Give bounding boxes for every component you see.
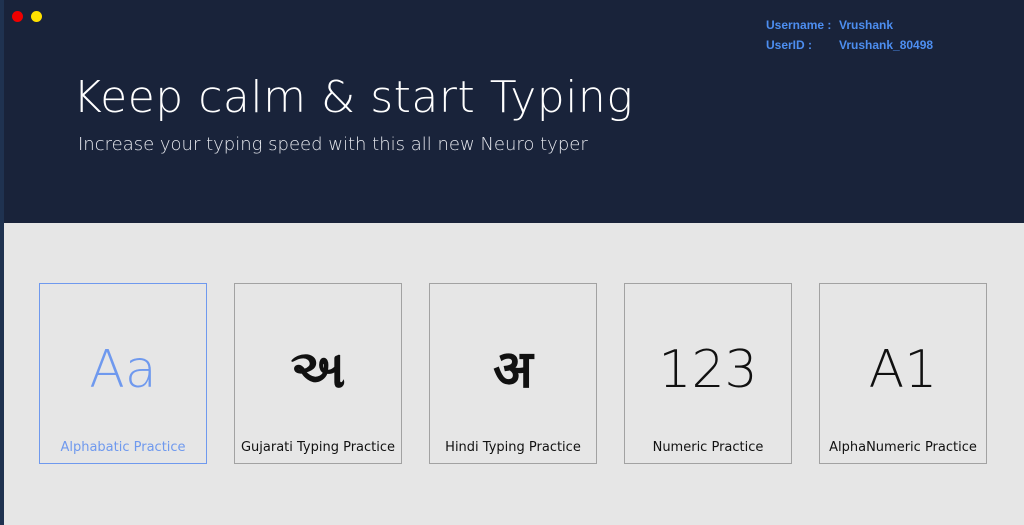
userid-label: UserID : — [766, 38, 813, 52]
userid-value: Vrushank_80498 — [839, 38, 934, 52]
username-value: Vrushank — [839, 18, 894, 32]
page-title: Keep calm & start Typing — [73, 72, 634, 123]
header-banner: Username : Vrushank UserID : Vrushank_80… — [4, 0, 1024, 223]
card-label: Gujarati Typing Practice — [240, 440, 396, 455]
practice-options-area: Aa Alphabatic Practice અ Gujarati Typing… — [4, 223, 1024, 525]
card-label: Alphabatic Practice — [60, 440, 186, 455]
alphanumeric-glyph-icon: A1 — [868, 340, 938, 400]
gujarati-glyph-icon: અ — [290, 340, 346, 400]
alphabet-glyph-icon: Aa — [89, 340, 157, 400]
gujarati-typing-practice-card[interactable]: અ Gujarati Typing Practice — [234, 283, 402, 464]
card-label: Numeric Practice — [652, 440, 764, 455]
hindi-typing-practice-card[interactable]: अ Hindi Typing Practice — [429, 283, 597, 464]
alphanumeric-practice-card[interactable]: A1 AlphaNumeric Practice — [819, 283, 987, 464]
username-label: Username : — [766, 18, 832, 32]
numeric-practice-card[interactable]: 123 Numeric Practice — [624, 283, 792, 464]
page-subtitle: Increase your typing speed with this all… — [78, 134, 588, 155]
card-label: AlphaNumeric Practice — [829, 440, 977, 455]
card-label: Hindi Typing Practice — [445, 440, 581, 455]
close-window-button[interactable] — [12, 11, 23, 22]
numeric-glyph-icon: 123 — [658, 340, 758, 400]
app-window: Username : Vrushank UserID : Vrushank_80… — [4, 0, 1024, 525]
hindi-glyph-icon: अ — [493, 340, 533, 400]
alphabatic-practice-card[interactable]: Aa Alphabatic Practice — [39, 283, 207, 464]
minimize-window-button[interactable] — [31, 11, 42, 22]
